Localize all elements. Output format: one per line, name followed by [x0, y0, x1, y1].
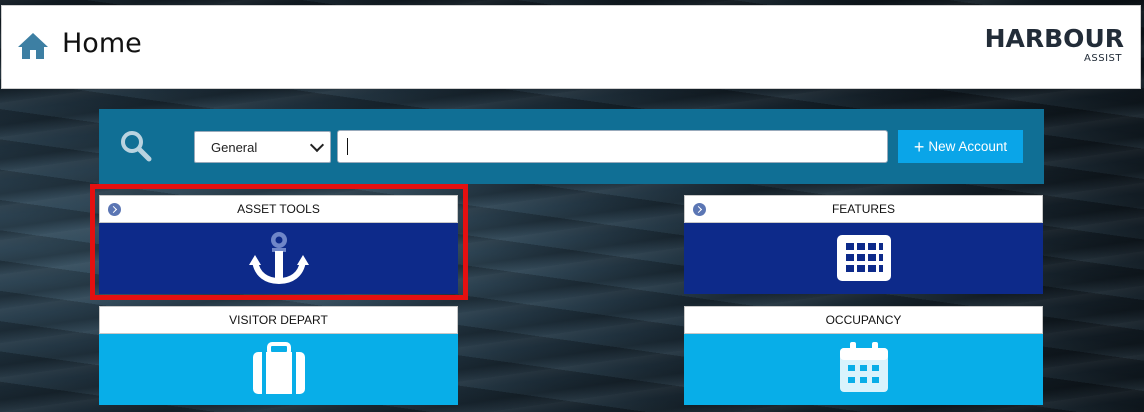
tile-features[interactable]: FEATURES: [684, 195, 1043, 294]
tile-asset-tools[interactable]: ASSET TOOLS: [99, 195, 458, 294]
search-icon[interactable]: [119, 129, 153, 163]
tile-label: FEATURES: [831, 202, 896, 216]
logo-subtitle: ASSIST: [1084, 53, 1122, 64]
logo-wordmark: HARBOUR: [984, 24, 1124, 53]
search-scope-select[interactable]: General: [194, 131, 331, 163]
chevron-right-circle-icon[interactable]: [108, 203, 121, 216]
top-header: Home HARBOUR ASSIST: [1, 5, 1141, 89]
tile-header: OCCUPANCY: [684, 306, 1043, 334]
chevron-right-circle-icon[interactable]: [693, 203, 706, 216]
search-scope-value: General: [211, 140, 258, 155]
page-title: Home: [62, 28, 142, 59]
tile-header: VISITOR DEPART: [99, 306, 458, 334]
tile-body: [99, 223, 458, 294]
grid-icon: [836, 235, 891, 281]
search-input[interactable]: [337, 130, 888, 163]
plus-icon: +: [913, 137, 925, 157]
search-panel: General + New Account: [99, 109, 1044, 184]
text-cursor: [347, 138, 348, 155]
tile-body: [684, 223, 1043, 294]
tile-label: OCCUPANCY: [825, 313, 902, 327]
new-account-label: New Account: [928, 139, 1008, 154]
calendar-icon: [839, 342, 888, 392]
anchor-icon: [248, 232, 309, 285]
tile-header: ASSET TOOLS: [99, 195, 458, 223]
tile-occupancy[interactable]: OCCUPANCY: [684, 306, 1043, 405]
tile-visitor-depart[interactable]: VISITOR DEPART: [99, 306, 458, 405]
suitcase-icon: [252, 342, 305, 394]
new-account-button[interactable]: + New Account: [898, 130, 1023, 163]
chevron-down-icon: [309, 137, 325, 153]
tile-body: [684, 334, 1043, 405]
harbour-assist-logo[interactable]: HARBOUR ASSIST: [976, 24, 1124, 68]
tile-label: ASSET TOOLS: [237, 202, 320, 216]
tile-header: FEATURES: [684, 195, 1043, 223]
tile-label: VISITOR DEPART: [229, 313, 328, 327]
home-icon[interactable]: [16, 31, 50, 61]
tile-body: [99, 334, 458, 405]
